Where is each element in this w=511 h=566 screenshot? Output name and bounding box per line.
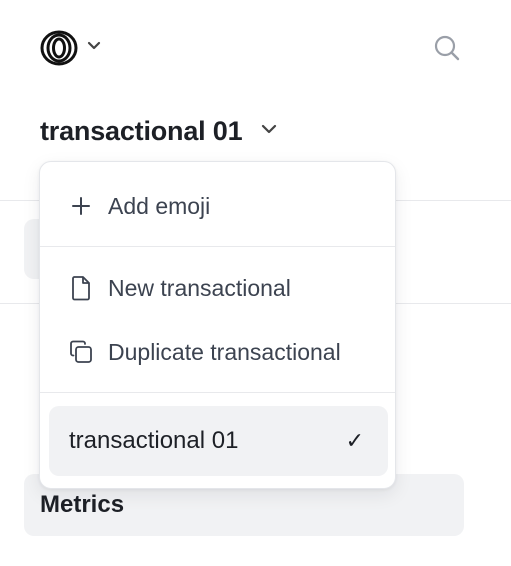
chevron-down-icon — [260, 122, 278, 141]
metrics-label: Metrics — [40, 491, 125, 518]
menu-item-label: New transactional — [108, 274, 291, 301]
menu-item-transactional-01[interactable]: transactional 01 ✓ — [49, 406, 388, 476]
menu-item-label: Add emoji — [108, 192, 211, 219]
logo-icon — [40, 30, 80, 66]
menu-item-new-transactional[interactable]: New transactional — [40, 258, 395, 318]
page-title: transactional 01 — [40, 116, 243, 146]
menu-item-label: Duplicate transactional — [108, 338, 341, 365]
menu-item-add-emoji[interactable]: Add emoji — [40, 175, 395, 237]
document-icon — [68, 275, 94, 301]
plus-icon — [68, 193, 94, 219]
title-dropdown-menu: Add emoji New transactional Duplicate tr… — [39, 161, 396, 489]
menu-item-label: transactional 01 — [69, 427, 239, 454]
chevron-down-icon — [86, 39, 102, 57]
menu-item-duplicate-transactional[interactable]: Duplicate transactional — [40, 322, 395, 382]
checkmark-icon: ✓ — [345, 428, 364, 453]
search-icon[interactable] — [433, 34, 461, 62]
workspace-switcher[interactable] — [40, 30, 102, 66]
menu-divider — [40, 392, 395, 393]
menu-divider — [40, 246, 395, 247]
page-title-dropdown[interactable]: transactional 01 — [40, 116, 278, 147]
duplicate-icon — [68, 339, 94, 365]
